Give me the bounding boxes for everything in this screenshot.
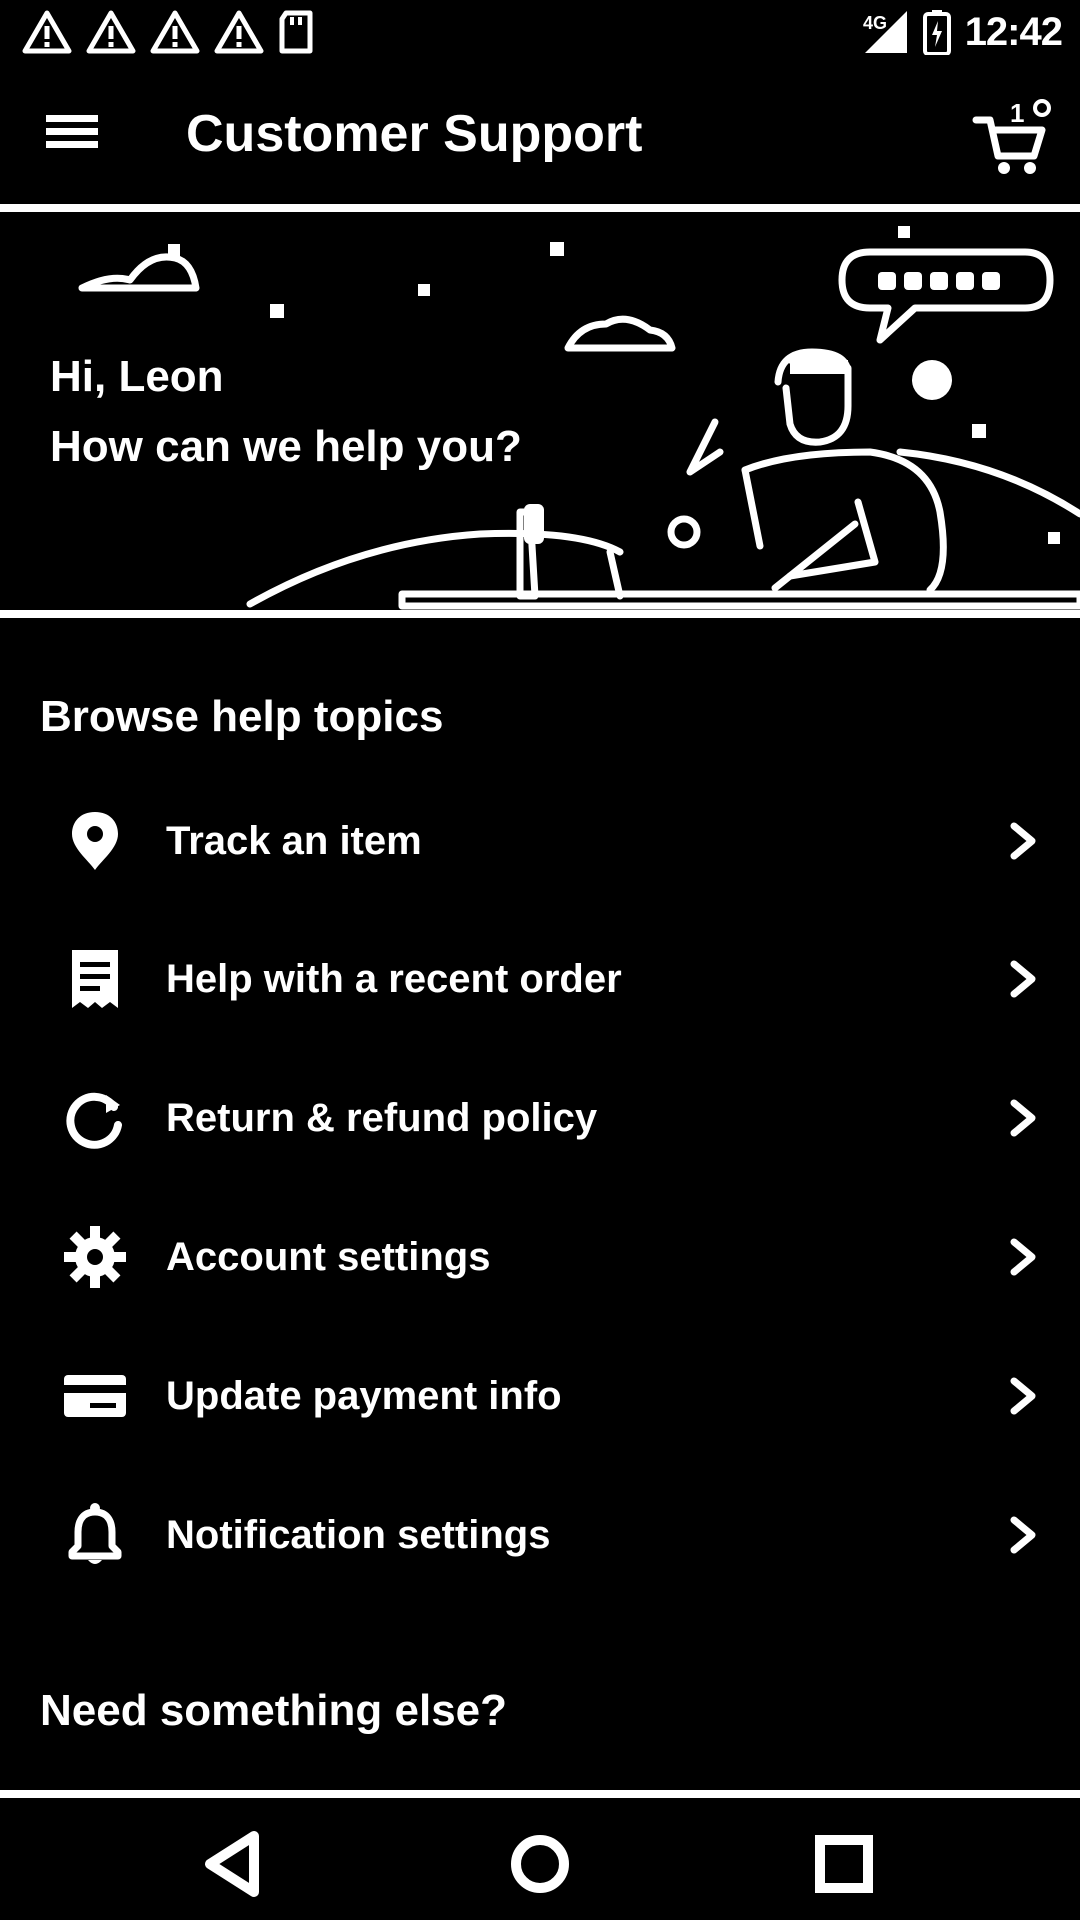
location-pin-icon	[72, 812, 118, 870]
help-topic-label: Track an item	[166, 819, 422, 863]
recents-square-icon	[815, 1835, 873, 1893]
back-triangle-icon	[205, 1831, 259, 1897]
warning-icon	[150, 10, 200, 54]
hero-divider	[0, 610, 1080, 618]
recents-button[interactable]	[804, 1824, 884, 1904]
header-divider	[0, 204, 1080, 212]
receipt-icon	[72, 950, 118, 1008]
hamburger-menu-icon	[46, 115, 98, 148]
warning-icon	[86, 10, 136, 54]
cart-button[interactable]: 1	[970, 96, 1054, 180]
app-bar: Customer Support 1	[0, 64, 1080, 204]
menu-button[interactable]	[30, 100, 114, 164]
page-title: Customer Support	[186, 105, 643, 163]
cart-icon: 1	[972, 98, 1051, 174]
help-topic-label: Update payment info	[166, 1374, 562, 1418]
sd-card-icon	[279, 10, 313, 54]
hero-question: How can we help you?	[50, 422, 522, 471]
chevron-right-icon	[1010, 1516, 1036, 1554]
chevron-right-icon	[1010, 1099, 1036, 1137]
notification-icons	[22, 8, 318, 56]
warning-icon	[22, 10, 72, 54]
bell-icon	[68, 1503, 122, 1564]
section-title-need-something-else: Need something else?	[40, 1686, 508, 1735]
svg-text:1: 1	[1010, 98, 1024, 128]
help-topic-account-settings[interactable]: Account settings	[0, 1188, 1080, 1326]
chevron-right-icon	[1010, 1238, 1036, 1276]
help-topic-notification-settings[interactable]: Notification settings	[0, 1466, 1080, 1604]
home-button[interactable]	[500, 1824, 580, 1904]
help-topic-label: Account settings	[166, 1235, 491, 1279]
system-nav-bar	[0, 1800, 1080, 1920]
nav-divider	[0, 1790, 1080, 1798]
help-topic-label: Notification settings	[166, 1513, 551, 1557]
help-topic-recent-order[interactable]: Help with a recent order	[0, 910, 1080, 1048]
battery-icon	[922, 10, 951, 55]
chevron-right-icon	[1010, 822, 1036, 860]
support-agent-illustration	[78, 226, 1080, 610]
help-topic-payment-info[interactable]: Update payment info	[0, 1327, 1080, 1465]
hero-banner: Hi, Leon How can we help you?	[0, 212, 1080, 612]
section-title-help-topics: Browse help topics	[40, 692, 444, 741]
help-topic-label: Return & refund policy	[166, 1096, 598, 1140]
svg-text:4G: 4G	[863, 13, 887, 33]
refresh-icon	[66, 1092, 122, 1149]
help-topic-label: Help with a recent order	[166, 957, 622, 1001]
status-bar: 4G 12:42	[0, 0, 1080, 64]
chevron-right-icon	[1010, 1377, 1036, 1415]
home-circle-icon	[511, 1835, 569, 1893]
hero-greeting: Hi, Leon	[50, 352, 224, 401]
signal-icon: 4G	[863, 11, 907, 53]
help-topic-return-refund[interactable]: Return & refund policy	[0, 1049, 1080, 1187]
back-button[interactable]	[196, 1824, 276, 1904]
help-topic-track-item[interactable]: Track an item	[0, 772, 1080, 910]
status-time: 12:42	[964, 9, 1063, 54]
chevron-right-icon	[1010, 960, 1036, 998]
gear-icon	[64, 1226, 126, 1288]
warning-icon	[214, 10, 264, 54]
credit-card-icon	[64, 1375, 126, 1417]
status-indicators: 4G 12:42	[859, 8, 1063, 56]
